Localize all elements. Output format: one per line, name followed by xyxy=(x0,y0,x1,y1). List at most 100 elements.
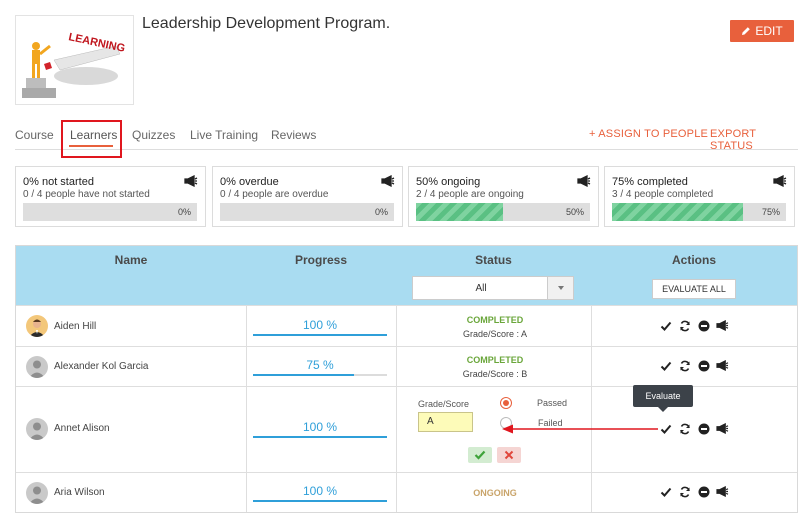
progress-value: 100 % xyxy=(302,318,338,332)
status-badge: COMPLETED xyxy=(466,315,524,325)
evaluate-all-button[interactable]: EVALUATE ALL xyxy=(652,279,736,299)
progress-value: 100 % xyxy=(302,420,338,434)
avatar xyxy=(26,418,48,440)
tab-quizzes[interactable]: Quizzes xyxy=(132,128,175,142)
tooltip-pointer xyxy=(658,407,668,412)
progress-fill xyxy=(253,436,387,438)
progress-fill xyxy=(253,500,387,502)
megaphone-icon[interactable] xyxy=(577,175,591,187)
learner-name: Aria Wilson xyxy=(54,487,105,498)
edit-button[interactable]: EDIT xyxy=(730,20,794,42)
export-status-link[interactable]: EXPORT STATUS xyxy=(710,128,798,152)
stat-subtitle: 2 / 4 people are ongoing xyxy=(416,189,524,200)
remove-minus-circle-icon[interactable] xyxy=(697,485,710,498)
evaluate-check-icon[interactable] xyxy=(659,359,672,372)
avatar xyxy=(26,482,48,504)
grade-score-input[interactable]: A xyxy=(418,412,473,432)
stat-card-completed: 75% completed 3 / 4 people completed 75% xyxy=(604,166,795,227)
annotation-highlight-box xyxy=(61,120,122,158)
evaluate-check-icon[interactable] xyxy=(659,319,672,332)
stat-subtitle: 0 / 4 people have not started xyxy=(23,189,150,200)
evaluate-check-icon[interactable] xyxy=(659,485,672,498)
evaluate-check-icon[interactable] xyxy=(659,422,672,435)
progress-bar xyxy=(253,334,387,336)
stat-card-overdue: 0% overdue 0 / 4 people are overdue 0% xyxy=(212,166,403,227)
grade-score-text: Grade/Score : B xyxy=(462,369,528,379)
stat-percent: 75% xyxy=(761,207,780,217)
table-row: Alexander Kol Garcia 75 % COMPLETED Grad… xyxy=(16,346,797,386)
course-thumbnail: LEARNING xyxy=(15,15,134,105)
avatar xyxy=(26,315,48,337)
stat-progress-bar: 75% xyxy=(612,203,786,221)
remove-minus-circle-icon[interactable] xyxy=(697,319,710,332)
stat-title: 75% completed xyxy=(612,176,688,188)
tab-course[interactable]: Course xyxy=(15,128,54,142)
grade-score-label: Grade/Score xyxy=(418,399,470,409)
megaphone-icon[interactable] xyxy=(716,319,729,332)
megaphone-icon[interactable] xyxy=(716,485,729,498)
stat-percent: 50% xyxy=(565,207,584,217)
stat-subtitle: 3 / 4 people completed xyxy=(612,189,714,200)
tab-live-training[interactable]: Live Training xyxy=(190,128,258,142)
assign-to-people-link[interactable]: + ASSIGN TO PEOPLE xyxy=(589,128,708,140)
table-row: Aria Wilson 100 % ONGOING xyxy=(16,472,797,512)
row-actions xyxy=(659,319,729,332)
evaluate-tooltip: Evaluate xyxy=(633,385,693,407)
dropdown-caret[interactable] xyxy=(547,277,573,299)
confirm-evaluation-button[interactable] xyxy=(468,447,492,463)
avatar xyxy=(26,356,48,378)
row-actions xyxy=(659,359,729,372)
progress-fill xyxy=(253,334,387,336)
chevron-down-icon xyxy=(558,286,564,290)
column-header-actions: Actions xyxy=(671,253,716,267)
stat-progress-bar: 50% xyxy=(416,203,590,221)
progress-bar xyxy=(253,500,387,502)
progress-bar xyxy=(253,436,387,438)
megaphone-icon[interactable] xyxy=(773,175,787,187)
column-header-name: Name xyxy=(114,253,148,267)
remove-minus-circle-icon[interactable] xyxy=(697,359,710,372)
learner-name: Aiden Hill xyxy=(54,321,97,332)
megaphone-icon[interactable] xyxy=(381,175,395,187)
passed-label: Passed xyxy=(537,398,568,408)
progress-fill xyxy=(253,374,354,376)
course-title: Leadership Development Program. xyxy=(142,15,391,32)
reset-refresh-icon[interactable] xyxy=(678,319,691,332)
passed-radio[interactable] xyxy=(500,397,512,409)
cancel-evaluation-button[interactable] xyxy=(497,447,521,463)
reset-refresh-icon[interactable] xyxy=(678,422,691,435)
reset-refresh-icon[interactable] xyxy=(678,485,691,498)
check-icon xyxy=(474,450,486,460)
stat-percent: 0% xyxy=(374,207,388,217)
tab-reviews[interactable]: Reviews xyxy=(271,128,316,142)
stat-title: 0% overdue xyxy=(220,176,279,188)
stat-card-not-started: 0% not started 0 / 4 people have not sta… xyxy=(15,166,206,227)
column-header-status: Status xyxy=(475,253,512,267)
stat-title: 50% ongoing xyxy=(416,176,481,188)
tab-bar: Course Learners Quizzes Live Training Re… xyxy=(15,120,798,158)
megaphone-icon[interactable] xyxy=(184,175,198,187)
column-header-progress: Progress xyxy=(294,253,348,267)
remove-minus-circle-icon[interactable] xyxy=(697,422,710,435)
stat-progress-bar: 0% xyxy=(220,203,394,221)
stat-title: 0% not started xyxy=(23,176,94,188)
annotation-arrow xyxy=(502,424,658,434)
edit-label: EDIT xyxy=(755,24,783,38)
status-filter-value: All xyxy=(475,283,487,294)
progress-bar xyxy=(253,374,387,376)
stat-progress-bar: 0% xyxy=(23,203,197,221)
learner-name: Annet Alison xyxy=(54,423,110,434)
stat-percent: 0% xyxy=(177,207,191,217)
table-row: Aiden Hill 100 % COMPLETED Grade/Score :… xyxy=(16,305,797,346)
status-filter-select[interactable]: All xyxy=(412,276,574,300)
learners-table: Name Progress Status Actions All EVALUAT… xyxy=(15,245,798,513)
stat-progress-fill xyxy=(416,203,503,221)
status-badge: COMPLETED xyxy=(466,355,524,365)
reset-refresh-icon[interactable] xyxy=(678,359,691,372)
status-badge: ONGOING xyxy=(473,488,517,498)
progress-value: 75 % xyxy=(306,358,334,372)
grade-score-text: Grade/Score : A xyxy=(462,329,528,339)
learner-name: Alexander Kol Garcia xyxy=(54,361,149,372)
megaphone-icon[interactable] xyxy=(716,359,729,372)
megaphone-icon[interactable] xyxy=(716,422,729,435)
